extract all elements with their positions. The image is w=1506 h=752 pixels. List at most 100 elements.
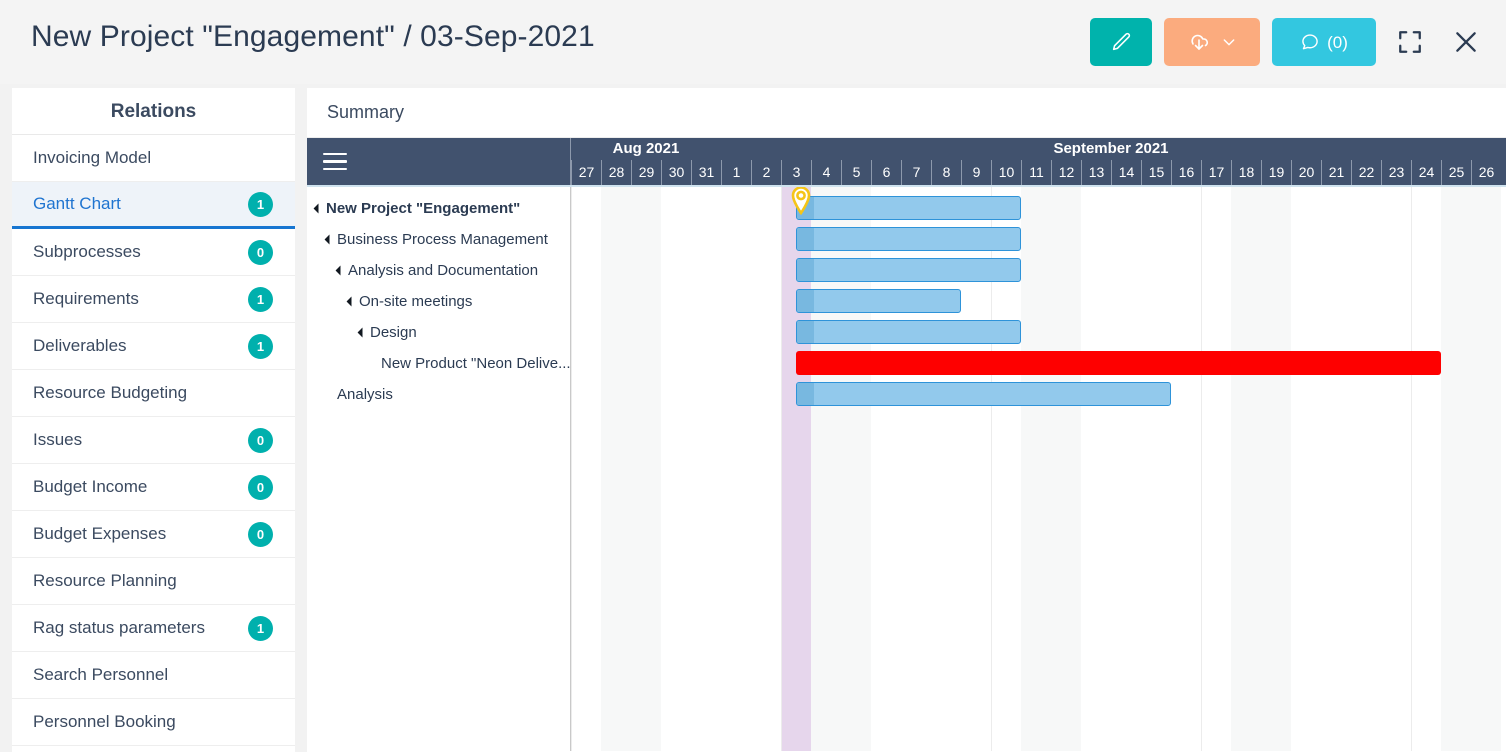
task-tree-row[interactable]: Analysis and Documentation [307,255,570,286]
tab-summary[interactable]: Summary [323,102,408,123]
page-title: New Project "Engagement" / 03-Sep-2021 [31,20,595,53]
task-tree-row[interactable]: Business Process Management [307,224,570,255]
sidebar-item-badge: 0 [248,427,273,453]
gantt-bar-task[interactable] [796,196,1021,220]
fullscreen-button[interactable] [1388,20,1432,64]
timescale-day-tick: 20 [1291,160,1321,185]
sidebar-item-badge: 0 [248,474,273,500]
weekend-column-band [1471,187,1501,751]
gantt-bar-task[interactable] [796,258,1021,282]
pencil-icon [1110,31,1132,53]
sidebar-item-badge: 0 [248,239,273,265]
sidebar-item-budget-expenses[interactable]: Budget Expenses 0 [12,511,295,558]
timescale-day-tick: 4 [811,160,841,185]
weekend-column-band [1051,187,1081,751]
gantt-bar-progress [797,290,814,312]
tab-bar: Summary [307,88,1506,138]
gantt-bar-task[interactable] [796,320,1021,344]
timescale-day-row: 27 28 29 30 31 1 2 3 4 5 6 7 8 9 10 11 12 13 14 15 16 17 18 19 2… [571,160,1506,185]
sidebar-item-badge: 1 [248,191,273,217]
timescale-day-tick: 29 [631,160,661,185]
sidebar-item-budget-income[interactable]: Budget Income 0 [12,464,295,511]
gantt-bar-task[interactable] [796,382,1171,406]
timescale-day-tick: 26 [1471,160,1501,185]
sidebar-item-issues[interactable]: Issues 0 [12,417,295,464]
gantt-gridline [1411,187,1412,751]
map-pin-icon[interactable] [790,187,812,215]
gantt-bar-task[interactable] [796,289,961,313]
sidebar-item-search-personnel[interactable]: Search Personnel [12,652,295,699]
weekend-column-band [1441,187,1471,751]
sidebar-item-invoicing-model[interactable]: Invoicing Model [12,135,295,182]
sidebar-item-label: Deliverables [33,336,127,355]
task-name-label: Analysis and Documentation [348,262,539,279]
timescale-day-tick: 24 [1411,160,1441,185]
gantt-timescale: Aug 2021 September 2021 27 28 29 30 31 1 2 3 4 5 6 7… [571,138,1506,185]
timescale-day-tick: 10 [991,160,1021,185]
sidebar-item-requirements[interactable]: Requirements 1 [12,276,295,323]
timescale-day-tick: 3 [781,160,811,185]
collapse-triangle-icon[interactable] [357,327,368,338]
collapse-triangle-icon[interactable] [313,203,324,214]
task-name-label: On-site meetings [359,293,473,310]
gantt-bar-task[interactable] [796,227,1021,251]
sidebar-item-label: Subprocesses [33,242,141,261]
export-button[interactable] [1164,18,1260,66]
collapse-triangle-icon[interactable] [346,296,357,307]
task-tree-row[interactable]: On-site meetings [307,286,570,317]
weekend-column-band [601,187,631,751]
sidebar-item-resource-budgeting[interactable]: Resource Budgeting [12,370,295,417]
sidebar-item-subprocesses[interactable]: Subprocesses 0 [12,229,295,276]
collapse-triangle-icon[interactable] [324,234,335,245]
sidebar-item-label: Invoicing Model [33,148,152,167]
sidebar-item-resource-planning[interactable]: Resource Planning [12,558,295,605]
edit-button[interactable] [1090,18,1152,66]
comments-button[interactable]: (0) [1272,18,1376,66]
task-name-label: Analysis [337,386,393,403]
gantt-chart: Aug 2021 September 2021 27 28 29 30 31 1 2 3 4 5 6 7… [307,138,1506,751]
timescale-month-label: September 2021 [1053,140,1169,157]
task-tree-row[interactable]: New Product "Neon Delive... [307,348,570,379]
sidebar-item-label: Budget Expenses [33,524,167,543]
sidebar-item-list: Invoicing Model Gantt Chart 1 Subprocesses 0… [12,135,295,746]
timescale-day-tick: 8 [931,160,961,185]
task-tree-row[interactable]: Design [307,317,570,348]
sidebar-item-gantt-chart[interactable]: Gantt Chart 1 [12,182,295,229]
gantt-gridline [571,187,572,751]
close-button[interactable] [1444,20,1488,64]
collapse-triangle-icon[interactable] [335,265,346,276]
sidebar-item-badge: 0 [248,521,273,547]
timescale-day-tick: 28 [601,160,631,185]
weekend-column-band [631,187,661,751]
timescale-day-tick: 22 [1351,160,1381,185]
sidebar-item-label: Personnel Booking [33,712,176,731]
hamburger-menu-icon[interactable] [323,148,347,176]
gantt-header: Aug 2021 September 2021 27 28 29 30 31 1 2 3 4 5 6 7… [307,138,1506,185]
sidebar-item-rag-status-parameters[interactable]: Rag status parameters 1 [12,605,295,652]
gantt-bar-critical[interactable] [796,351,1441,375]
weekend-column-band [1231,187,1261,751]
task-tree-row[interactable]: Analysis [307,379,570,410]
header-actions: (0) [1090,18,1488,66]
chevron-down-icon[interactable] [1221,34,1237,50]
timescale-day-tick: 7 [901,160,931,185]
sidebar-item-label: Rag status parameters [33,618,205,637]
sidebar-item-personnel-booking[interactable]: Personnel Booking [12,699,295,746]
sidebar-item-label: Budget Income [33,477,148,496]
timescale-day-tick: 15 [1141,160,1171,185]
timescale-day-tick: 18 [1231,160,1261,185]
sidebar-item-badge: 1 [248,333,273,359]
gantt-gridline [781,187,782,751]
sidebar-item-deliverables[interactable]: Deliverables 1 [12,323,295,370]
main-panel: Summary Aug 2021 September 2021 27 28 29 30 3… [307,88,1506,752]
sidebar-title: Relations [12,88,295,135]
task-tree-pane: New Project "Engagement" Business Process… [307,187,571,751]
timescale-month-label: Aug 2021 [612,140,680,157]
task-tree-row[interactable]: New Project "Engagement" [307,193,570,224]
weekend-column-band [1021,187,1051,751]
timescale-day-tick: 16 [1171,160,1201,185]
project-detail-window: New Project "Engagement" / 03-Sep-2021 (… [0,0,1506,752]
gantt-bar-progress [797,321,814,343]
task-name-label: New Project "Engagement" [326,200,521,217]
timescale-day-tick: 27 [571,160,601,185]
